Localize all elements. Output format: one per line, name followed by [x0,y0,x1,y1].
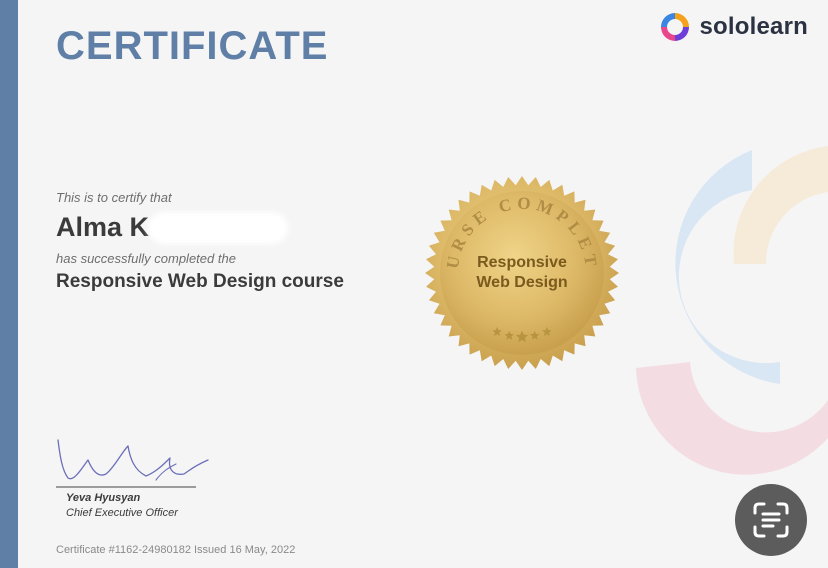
redaction-blur [153,216,284,239]
seal-course-line-1: Responsive [477,254,567,271]
seal-course-line-2: Web Design [476,274,568,291]
course-title: Responsive Web Design course [56,271,344,292]
sololearn-brand: sololearn [658,10,809,44]
certificate-page: CERTIFICATE sololearn This is to certify… [0,0,828,568]
sololearn-logo-icon [660,13,689,41]
certificate-footer: Certificate #1162-24980182 Issued 16 May… [56,544,296,556]
left-accent-bar [0,0,18,568]
recipient: Alma K [56,212,284,243]
completion-seal: COURSE COMPLETED Responsive Web Design [424,175,620,371]
completion-text: has successfully completed the [56,251,236,266]
certify-intro: This is to certify that [56,190,172,205]
signer-name: Yeva Hyusyan [66,492,141,504]
text-scan-icon [753,502,789,538]
signature-image [56,439,209,488]
seal-course-label: Responsive Web Design [424,253,620,293]
scan-text-button[interactable] [735,484,807,556]
recipient-name: Alma K [56,212,150,242]
certificate-heading: CERTIFICATE [56,24,329,68]
brand-name: sololearn [699,13,808,40]
signer-title: Chief Executive Officer [66,507,178,519]
